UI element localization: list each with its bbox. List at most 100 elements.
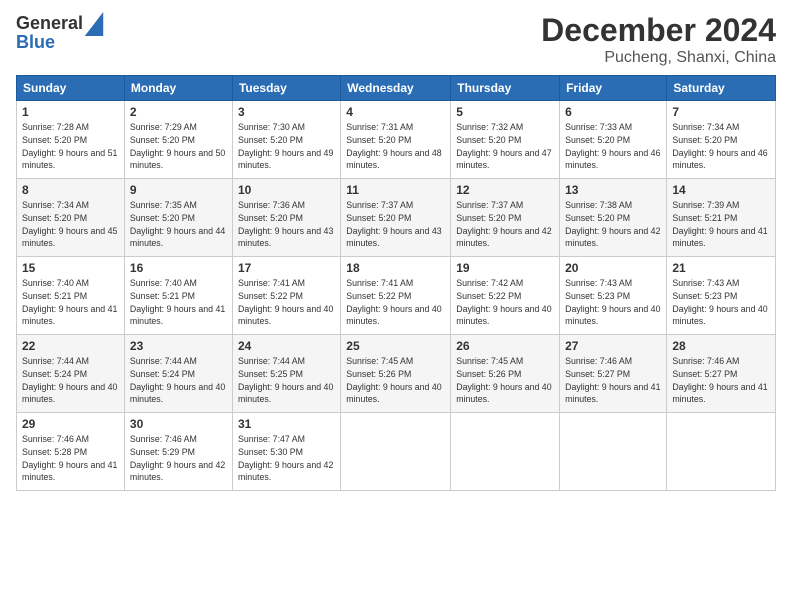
- day-number: 8: [22, 183, 119, 197]
- col-saturday: Saturday: [667, 76, 776, 101]
- calendar-day-cell: 5 Sunrise: 7:32 AMSunset: 5:20 PMDayligh…: [451, 101, 560, 179]
- day-number: 2: [130, 105, 227, 119]
- day-info: Sunrise: 7:34 AMSunset: 5:20 PMDaylight:…: [22, 200, 117, 248]
- day-info: Sunrise: 7:28 AMSunset: 5:20 PMDaylight:…: [22, 122, 117, 170]
- day-info: Sunrise: 7:44 AMSunset: 5:24 PMDaylight:…: [22, 356, 117, 404]
- calendar-day-cell: 9 Sunrise: 7:35 AMSunset: 5:20 PMDayligh…: [124, 179, 232, 257]
- calendar-day-cell: 27 Sunrise: 7:46 AMSunset: 5:27 PMDaylig…: [560, 335, 667, 413]
- calendar-day-cell: [667, 413, 776, 491]
- day-number: 30: [130, 417, 227, 431]
- day-number: 26: [456, 339, 554, 353]
- day-number: 25: [346, 339, 445, 353]
- calendar-day-cell: 6 Sunrise: 7:33 AMSunset: 5:20 PMDayligh…: [560, 101, 667, 179]
- calendar-week-2: 8 Sunrise: 7:34 AMSunset: 5:20 PMDayligh…: [17, 179, 776, 257]
- calendar-day-cell: 10 Sunrise: 7:36 AMSunset: 5:20 PMDaylig…: [232, 179, 340, 257]
- day-number: 13: [565, 183, 661, 197]
- calendar-day-cell: 28 Sunrise: 7:46 AMSunset: 5:27 PMDaylig…: [667, 335, 776, 413]
- day-info: Sunrise: 7:37 AMSunset: 5:20 PMDaylight:…: [456, 200, 551, 248]
- calendar-day-cell: 8 Sunrise: 7:34 AMSunset: 5:20 PMDayligh…: [17, 179, 125, 257]
- day-info: Sunrise: 7:39 AMSunset: 5:21 PMDaylight:…: [672, 200, 767, 248]
- calendar-day-cell: 17 Sunrise: 7:41 AMSunset: 5:22 PMDaylig…: [232, 257, 340, 335]
- day-info: Sunrise: 7:44 AMSunset: 5:24 PMDaylight:…: [130, 356, 225, 404]
- calendar-day-cell: 12 Sunrise: 7:37 AMSunset: 5:20 PMDaylig…: [451, 179, 560, 257]
- day-number: 10: [238, 183, 335, 197]
- calendar-day-cell: 25 Sunrise: 7:45 AMSunset: 5:26 PMDaylig…: [341, 335, 451, 413]
- calendar-day-cell: 20 Sunrise: 7:43 AMSunset: 5:23 PMDaylig…: [560, 257, 667, 335]
- day-number: 11: [346, 183, 445, 197]
- col-friday: Friday: [560, 76, 667, 101]
- calendar-day-cell: [451, 413, 560, 491]
- col-monday: Monday: [124, 76, 232, 101]
- day-info: Sunrise: 7:32 AMSunset: 5:20 PMDaylight:…: [456, 122, 551, 170]
- day-info: Sunrise: 7:42 AMSunset: 5:22 PMDaylight:…: [456, 278, 551, 326]
- day-info: Sunrise: 7:43 AMSunset: 5:23 PMDaylight:…: [565, 278, 660, 326]
- day-number: 15: [22, 261, 119, 275]
- day-number: 14: [672, 183, 770, 197]
- day-number: 6: [565, 105, 661, 119]
- day-info: Sunrise: 7:36 AMSunset: 5:20 PMDaylight:…: [238, 200, 333, 248]
- calendar-day-cell: 18 Sunrise: 7:41 AMSunset: 5:22 PMDaylig…: [341, 257, 451, 335]
- calendar-day-cell: 2 Sunrise: 7:29 AMSunset: 5:20 PMDayligh…: [124, 101, 232, 179]
- day-number: 5: [456, 105, 554, 119]
- logo: General Blue: [16, 12, 105, 53]
- col-wednesday: Wednesday: [341, 76, 451, 101]
- col-sunday: Sunday: [17, 76, 125, 101]
- calendar-header-row: Sunday Monday Tuesday Wednesday Thursday…: [17, 76, 776, 101]
- day-info: Sunrise: 7:40 AMSunset: 5:21 PMDaylight:…: [22, 278, 117, 326]
- calendar-day-cell: 30 Sunrise: 7:46 AMSunset: 5:29 PMDaylig…: [124, 413, 232, 491]
- day-number: 1: [22, 105, 119, 119]
- day-info: Sunrise: 7:46 AMSunset: 5:27 PMDaylight:…: [672, 356, 767, 404]
- day-number: 12: [456, 183, 554, 197]
- day-info: Sunrise: 7:47 AMSunset: 5:30 PMDaylight:…: [238, 434, 333, 482]
- calendar-day-cell: 19 Sunrise: 7:42 AMSunset: 5:22 PMDaylig…: [451, 257, 560, 335]
- day-info: Sunrise: 7:41 AMSunset: 5:22 PMDaylight:…: [238, 278, 333, 326]
- day-number: 19: [456, 261, 554, 275]
- day-number: 18: [346, 261, 445, 275]
- day-number: 16: [130, 261, 227, 275]
- calendar-week-5: 29 Sunrise: 7:46 AMSunset: 5:28 PMDaylig…: [17, 413, 776, 491]
- calendar-day-cell: 23 Sunrise: 7:44 AMSunset: 5:24 PMDaylig…: [124, 335, 232, 413]
- day-info: Sunrise: 7:46 AMSunset: 5:29 PMDaylight:…: [130, 434, 225, 482]
- day-number: 31: [238, 417, 335, 431]
- calendar-day-cell: [341, 413, 451, 491]
- calendar-day-cell: 11 Sunrise: 7:37 AMSunset: 5:20 PMDaylig…: [341, 179, 451, 257]
- day-number: 21: [672, 261, 770, 275]
- day-info: Sunrise: 7:35 AMSunset: 5:20 PMDaylight:…: [130, 200, 225, 248]
- day-info: Sunrise: 7:34 AMSunset: 5:20 PMDaylight:…: [672, 122, 767, 170]
- day-number: 4: [346, 105, 445, 119]
- calendar-day-cell: 16 Sunrise: 7:40 AMSunset: 5:21 PMDaylig…: [124, 257, 232, 335]
- day-number: 17: [238, 261, 335, 275]
- calendar-day-cell: 14 Sunrise: 7:39 AMSunset: 5:21 PMDaylig…: [667, 179, 776, 257]
- day-info: Sunrise: 7:44 AMSunset: 5:25 PMDaylight:…: [238, 356, 333, 404]
- day-info: Sunrise: 7:46 AMSunset: 5:28 PMDaylight:…: [22, 434, 117, 482]
- day-info: Sunrise: 7:40 AMSunset: 5:21 PMDaylight:…: [130, 278, 225, 326]
- calendar-day-cell: 29 Sunrise: 7:46 AMSunset: 5:28 PMDaylig…: [17, 413, 125, 491]
- calendar-day-cell: 4 Sunrise: 7:31 AMSunset: 5:20 PMDayligh…: [341, 101, 451, 179]
- page-header: General Blue December 2024 Pucheng, Shan…: [16, 12, 776, 67]
- logo-general: General: [16, 13, 83, 33]
- day-number: 27: [565, 339, 661, 353]
- calendar-day-cell: 3 Sunrise: 7:30 AMSunset: 5:20 PMDayligh…: [232, 101, 340, 179]
- calendar-day-cell: 7 Sunrise: 7:34 AMSunset: 5:20 PMDayligh…: [667, 101, 776, 179]
- day-info: Sunrise: 7:33 AMSunset: 5:20 PMDaylight:…: [565, 122, 660, 170]
- day-number: 28: [672, 339, 770, 353]
- calendar-day-cell: [560, 413, 667, 491]
- day-info: Sunrise: 7:38 AMSunset: 5:20 PMDaylight:…: [565, 200, 660, 248]
- day-info: Sunrise: 7:46 AMSunset: 5:27 PMDaylight:…: [565, 356, 660, 404]
- day-info: Sunrise: 7:30 AMSunset: 5:20 PMDaylight:…: [238, 122, 333, 170]
- calendar-week-1: 1 Sunrise: 7:28 AMSunset: 5:20 PMDayligh…: [17, 101, 776, 179]
- day-number: 24: [238, 339, 335, 353]
- calendar-day-cell: 13 Sunrise: 7:38 AMSunset: 5:20 PMDaylig…: [560, 179, 667, 257]
- day-number: 7: [672, 105, 770, 119]
- day-number: 20: [565, 261, 661, 275]
- calendar-day-cell: 26 Sunrise: 7:45 AMSunset: 5:26 PMDaylig…: [451, 335, 560, 413]
- location: Pucheng, Shanxi, China: [541, 49, 776, 67]
- title-block: December 2024 Pucheng, Shanxi, China: [541, 12, 776, 67]
- day-number: 23: [130, 339, 227, 353]
- calendar-day-cell: 1 Sunrise: 7:28 AMSunset: 5:20 PMDayligh…: [17, 101, 125, 179]
- calendar-day-cell: 22 Sunrise: 7:44 AMSunset: 5:24 PMDaylig…: [17, 335, 125, 413]
- day-number: 3: [238, 105, 335, 119]
- day-info: Sunrise: 7:29 AMSunset: 5:20 PMDaylight:…: [130, 122, 225, 170]
- day-info: Sunrise: 7:45 AMSunset: 5:26 PMDaylight:…: [456, 356, 551, 404]
- col-tuesday: Tuesday: [232, 76, 340, 101]
